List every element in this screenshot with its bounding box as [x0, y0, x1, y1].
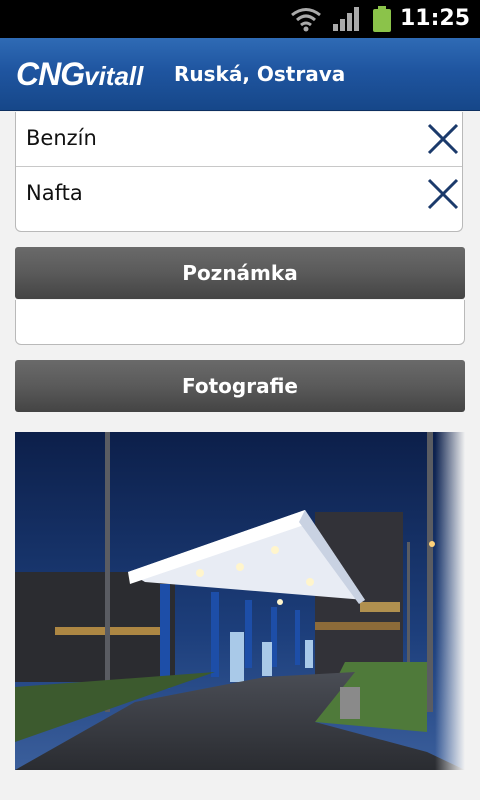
app-bar: CNGvitall Ruská, Ostrava — [0, 38, 480, 111]
photos-header: Fotografie — [15, 360, 465, 412]
cngvitall-logo[interactable]: CNGvitall — [16, 56, 143, 93]
close-icon[interactable] — [426, 177, 460, 211]
station-photo[interactable] — [15, 432, 465, 770]
note-field[interactable] — [15, 300, 465, 345]
logo-text-vitall: vitall — [84, 61, 144, 91]
fuel-item-nafta: Nafta — [16, 166, 462, 221]
fuel-label: Nafta — [26, 181, 83, 205]
station-photo-image — [15, 432, 465, 770]
fuel-list: Benzín Nafta — [15, 112, 463, 232]
close-icon[interactable] — [426, 122, 460, 156]
note-header: Poznámka — [15, 247, 465, 299]
station-title: Ruská, Ostrava — [174, 62, 346, 86]
logo-text-cng: CNG — [16, 56, 85, 92]
status-bar: 11:25 — [0, 0, 480, 38]
clock: 11:25 — [399, 6, 470, 31]
wifi-icon — [291, 8, 321, 32]
battery-icon — [373, 6, 391, 32]
signal-icon — [333, 7, 359, 31]
fuel-item-benzin: Benzín — [16, 112, 462, 166]
fuel-label: Benzín — [26, 126, 97, 150]
